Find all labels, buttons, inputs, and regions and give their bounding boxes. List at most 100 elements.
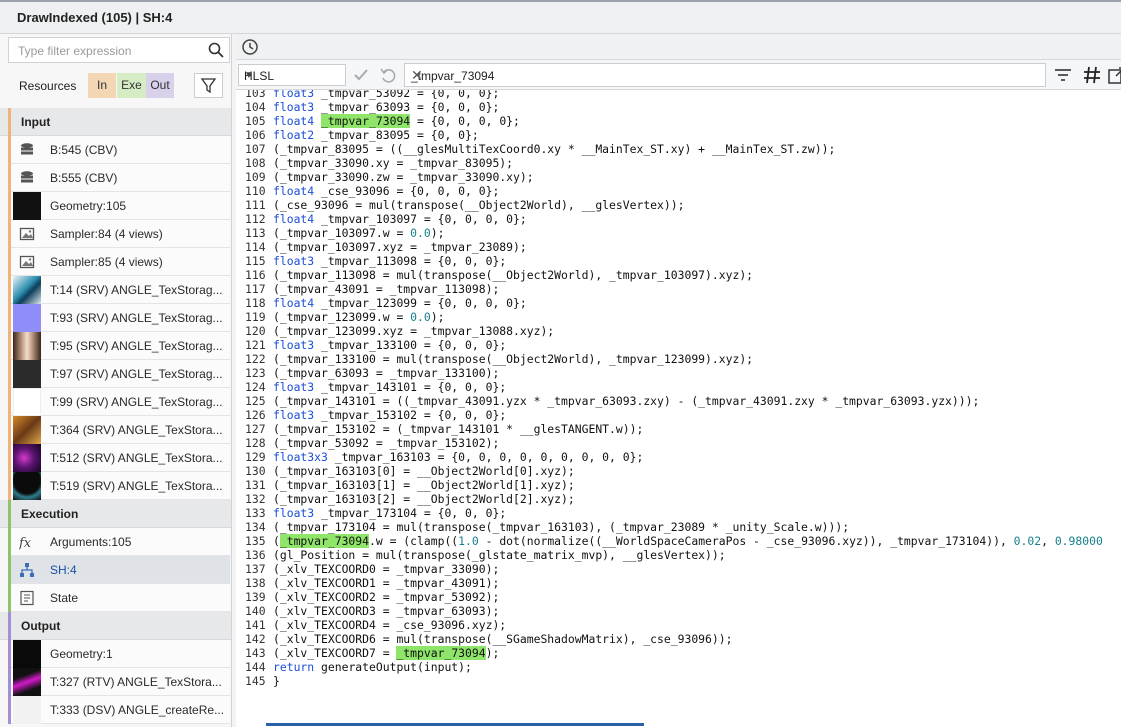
resource-item[interactable]: T:364 (SRV) ANGLE_TexStora...: [8, 416, 230, 444]
clear-search-icon[interactable]: ✕: [411, 67, 1039, 84]
code-line[interactable]: 121 float3 _tmpvar_133100 = {0, 0, 0};: [245, 338, 506, 352]
resource-item[interactable]: T:327 (RTV) ANGLE_TexStora...: [8, 668, 230, 696]
resource-item[interactable]: B:555 (CBV): [8, 164, 230, 192]
code-line[interactable]: 140 (_xlv_TEXCOORD3 = _tmpvar_63093);: [245, 604, 499, 618]
code-line[interactable]: 103 float3 _tmpvar_53092 = {0, 0, 0};: [245, 90, 499, 100]
resources-panel: Type filter expression Resources In Exe …: [0, 34, 232, 727]
resource-item[interactable]: Geometry:1: [8, 640, 230, 668]
code-line[interactable]: 104 float3 _tmpvar_63093 = {0, 0, 0};: [245, 100, 499, 114]
code-keyword: float4: [273, 296, 315, 310]
window-title: DrawIndexed (105) | SH:4: [17, 10, 173, 25]
line-number: 129: [245, 450, 266, 464]
resource-item[interactable]: B:545 (CBV): [8, 136, 230, 164]
code-line[interactable]: 120 (_tmpvar_123099.xyz = _tmpvar_13088.x…: [245, 324, 554, 338]
code-line[interactable]: 119 (_tmpvar_123099.w = 0.0);: [245, 310, 444, 324]
resource-item[interactable]: T:95 (SRV) ANGLE_TexStorag...: [8, 332, 230, 360]
code-line[interactable]: 122 (_tmpvar_133100 = mul(transpose(__Obj…: [245, 352, 753, 366]
resource-item[interactable]: T:14 (SRV) ANGLE_TexStorag...: [8, 276, 230, 304]
code-line[interactable]: 127 (_tmpvar_153102 = (_tmpvar_143101 * _…: [245, 422, 643, 436]
resource-item[interactable]: T:333 (DSV) ANGLE_createRe...: [8, 696, 230, 724]
resource-item[interactable]: T:93 (SRV) ANGLE_TexStorag...: [8, 304, 230, 332]
code-line[interactable]: 111 (_cse_93096 = mul(transpose(__Object2…: [245, 198, 684, 212]
code-line[interactable]: 117 (_tmpvar_43091 = _tmpvar_113098);: [245, 282, 499, 296]
filter-funnel-button[interactable]: [194, 73, 223, 98]
texture-thumbnail: [13, 668, 41, 696]
code-line[interactable]: 131 (_tmpvar_163103[1] = __Object2World[1…: [245, 478, 575, 492]
code-line[interactable]: 118 float4 _tmpvar_123099 = {0, 0, 0, 0};: [245, 296, 527, 310]
resource-item[interactable]: Sampler:85 (4 views): [8, 248, 230, 276]
code-line[interactable]: 112 float4 _tmpvar_103097 = {0, 0, 0, 0};: [245, 212, 527, 226]
resource-item[interactable]: T:99 (SRV) ANGLE_TexStorag...: [8, 388, 230, 416]
code-line[interactable]: 124 float3 _tmpvar_143101 = {0, 0, 0};: [245, 380, 506, 394]
texture-thumbnail: [13, 388, 41, 416]
line-number: 105: [245, 114, 266, 128]
code-line[interactable]: 115 float3 _tmpvar_113098 = {0, 0, 0};: [245, 254, 506, 268]
search-icon[interactable]: [207, 41, 225, 59]
export-icon[interactable]: [1106, 64, 1121, 86]
code-search-input[interactable]: _tmpvar_73094 ✕: [404, 63, 1046, 87]
code-line[interactable]: 138 (_xlv_TEXCOORD1 = _tmpvar_43091);: [245, 576, 499, 590]
line-numbers-icon[interactable]: [1081, 64, 1103, 86]
title-bar: DrawIndexed (105) | SH:4: [0, 0, 1121, 34]
code-line[interactable]: 113 (_tmpvar_103097.w = 0.0);: [245, 226, 444, 240]
resource-label: T:333 (DSV) ANGLE_createRe...: [50, 703, 225, 717]
resource-item[interactable]: SH:4: [8, 556, 230, 584]
code-line[interactable]: 143 (_xlv_TEXCOORD7 = _tmpvar_73094);: [245, 646, 499, 660]
code-line[interactable]: 108 (_tmpvar_33090.xy = _tmpvar_83095);: [245, 156, 513, 170]
resource-label: Geometry:105: [50, 199, 127, 213]
code-line[interactable]: 142 (_xlv_TEXCOORD6 = mul(transpose(__SGa…: [245, 632, 732, 646]
code-line[interactable]: 139 (_xlv_TEXCOORD2 = _tmpvar_53092);: [245, 590, 499, 604]
revert-icon[interactable]: [377, 64, 399, 86]
resource-item[interactable]: Geometry:105: [8, 192, 230, 220]
line-number: 138: [245, 576, 266, 590]
tab-out[interactable]: Out: [146, 73, 174, 98]
code-line[interactable]: 134 (_tmpvar_173104 = mul(transpose(_tmpv…: [245, 520, 849, 534]
code-line[interactable]: 135 (_tmpvar_73094.w = (clamp((1.0 - dot(…: [245, 534, 1103, 548]
code-line[interactable]: 106 float2 _tmpvar_83095 = {0, 0};: [245, 128, 479, 142]
line-number: 116: [245, 268, 266, 282]
resource-item[interactable]: T:519 (SRV) ANGLE_TexStora...: [8, 472, 230, 500]
resource-item[interactable]: fx Arguments:105: [8, 528, 230, 556]
tab-in[interactable]: In: [88, 73, 116, 98]
code-line[interactable]: 130 (_tmpvar_163103[0] = __Object2World[0…: [245, 464, 575, 478]
resource-item[interactable]: State: [8, 584, 230, 612]
code-line[interactable]: 126 float3 _tmpvar_153102 = {0, 0, 0};: [245, 408, 506, 422]
resource-item[interactable]: T:97 (SRV) ANGLE_TexStorag...: [8, 360, 230, 388]
sort-lines-icon[interactable]: [1052, 64, 1074, 86]
code-line[interactable]: 141 (_xlv_TEXCOORD4 = _cse_93096.xyz);: [245, 618, 506, 632]
texture-thumbnail: [13, 472, 41, 500]
tab-exe[interactable]: Exe: [117, 73, 146, 98]
line-number: 130: [245, 464, 266, 478]
code-line[interactable]: 128 (_tmpvar_53092 = _tmpvar_153102);: [245, 436, 499, 450]
code-line[interactable]: 110 float4 _cse_93096 = {0, 0, 0, 0};: [245, 184, 499, 198]
language-select[interactable]: HLSL ▼: [238, 64, 346, 86]
shader-code-view[interactable]: 103 float3 _tmpvar_53092 = {0, 0, 0}; 104 f…: [236, 90, 1121, 727]
row-accent: [8, 164, 11, 192]
resource-item[interactable]: Sampler:84 (4 views): [8, 220, 230, 248]
row-accent: [8, 416, 11, 444]
code-line[interactable]: 109 (_tmpvar_33090.zw = _tmpvar_33090.xy)…: [245, 170, 534, 184]
code-number: 0.0: [410, 310, 431, 324]
filter-placeholder: Type filter expression: [18, 44, 132, 58]
line-number: 118: [245, 296, 266, 310]
code-line[interactable]: 116 (_tmpvar_113098 = mul(transpose(__Obj…: [245, 268, 753, 282]
code-line[interactable]: 137 (_xlv_TEXCOORD0 = _tmpvar_33090);: [245, 562, 499, 576]
code-line[interactable]: 144 return generateOutput(input);: [245, 660, 472, 674]
code-line[interactable]: 133 float3 _tmpvar_173104 = {0, 0, 0};: [245, 506, 506, 520]
code-line[interactable]: 123 (_tmpvar_63093 = _tmpvar_133100);: [245, 366, 499, 380]
code-line[interactable]: 107 (_tmpvar_83095 = ((__glesMultiTexCoor…: [245, 142, 835, 156]
resource-item[interactable]: T:512 (SRV) ANGLE_TexStora...: [8, 444, 230, 472]
code-line[interactable]: 125 (_tmpvar_143101 = ((_tmpvar_43091.yzx…: [245, 394, 979, 408]
line-number: 133: [245, 506, 266, 520]
row-accent: [8, 276, 11, 304]
filter-input[interactable]: Type filter expression: [8, 37, 230, 63]
code-line[interactable]: 105 float4 _tmpvar_73094 = {0, 0, 0, 0};: [245, 114, 520, 128]
code-line[interactable]: 145}: [245, 674, 280, 688]
history-icon[interactable]: [240, 37, 260, 57]
code-line[interactable]: 132 (_tmpvar_163103[2] = __Object2World[2…: [245, 492, 575, 506]
apply-check-icon[interactable]: [350, 64, 372, 86]
horizontal-scrollbar[interactable]: [266, 723, 644, 726]
code-line[interactable]: 114 (_tmpvar_103097.xyz = _tmpvar_23089);: [245, 240, 527, 254]
code-line[interactable]: 136 (gl_Position = mul(transpose(_glstate…: [245, 548, 726, 562]
code-line[interactable]: 129 float3x3 _tmpvar_163103 = {0, 0, 0, 0…: [245, 450, 643, 464]
